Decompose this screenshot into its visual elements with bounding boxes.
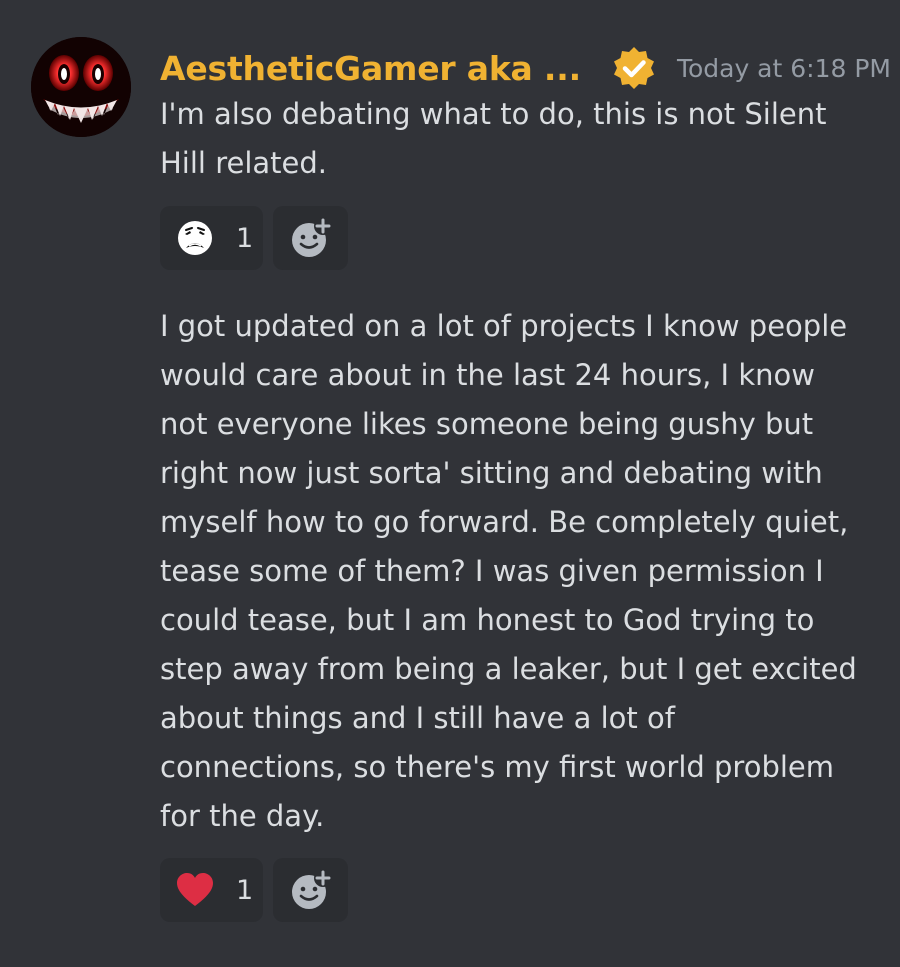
- verified-check-badge-icon[interactable]: [611, 45, 657, 91]
- red-heart-emoji-icon: [175, 870, 215, 910]
- smiling-demon-face-icon: [31, 37, 131, 137]
- reaction-red-heart[interactable]: 1: [160, 858, 263, 922]
- username[interactable]: AestheticGamer aka ...: [160, 49, 581, 88]
- add-reaction-button[interactable]: [273, 206, 348, 270]
- reaction-bar: 1: [160, 858, 348, 922]
- add-reaction-icon: [291, 869, 332, 909]
- reaction-count: 1: [236, 874, 254, 906]
- timestamp[interactable]: Today at 6:18 PM: [677, 54, 891, 83]
- tired-face-emoji-icon: [175, 218, 215, 258]
- add-reaction-button[interactable]: [273, 858, 348, 922]
- reaction-bar: 1: [160, 206, 348, 270]
- message-header: AestheticGamer aka ... Today at 6:18 PM: [160, 40, 891, 96]
- avatar[interactable]: [31, 37, 131, 137]
- reaction-tired-face[interactable]: 1: [160, 206, 263, 270]
- message-text: I got updated on a lot of projects I kno…: [160, 309, 857, 833]
- reaction-count: 1: [236, 222, 254, 254]
- message-text: I'm also debating what to do, this is no…: [160, 97, 827, 180]
- add-reaction-icon: [291, 217, 332, 257]
